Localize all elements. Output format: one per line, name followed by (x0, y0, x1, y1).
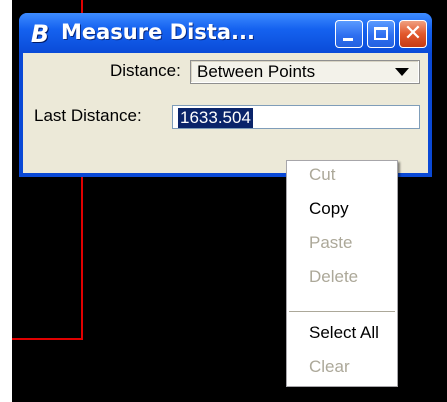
measure-distance-window: B Measure Dista... ✕ Distance: Between P… (19, 13, 432, 177)
menu-item-clear[interactable]: Clear (309, 357, 350, 377)
menu-item-delete[interactable]: Delete (309, 267, 358, 287)
menu-item-select-all[interactable]: Select All (309, 323, 379, 343)
last-distance-label: Last Distance: (34, 106, 142, 125)
bentley-b-icon: B (30, 20, 50, 48)
window-client-area: Distance: Between Points Last Distance: … (23, 53, 428, 173)
close-icon: ✕ (403, 21, 423, 46)
distance-label: Distance: (110, 61, 181, 80)
maximize-icon (374, 27, 388, 40)
context-menu: Cut Copy Paste Delete Select All Clear (286, 160, 398, 387)
title-bar[interactable]: B Measure Dista... ✕ (19, 13, 432, 53)
last-distance-value[interactable]: 1633.504 (178, 108, 253, 128)
menu-item-paste[interactable]: Paste (309, 233, 352, 253)
menu-item-copy[interactable]: Copy (309, 199, 349, 219)
minimize-button[interactable] (335, 20, 363, 48)
window-title: Measure Dista... (61, 20, 255, 44)
menu-item-cut[interactable]: Cut (309, 165, 335, 185)
close-button[interactable]: ✕ (399, 20, 427, 48)
menu-separator (289, 311, 395, 312)
last-distance-field[interactable]: 1633.504 (172, 105, 420, 129)
red-vertical-line-bottom (81, 176, 83, 340)
maximize-button[interactable] (367, 20, 395, 48)
chevron-down-icon[interactable] (395, 68, 409, 76)
distance-mode-dropdown[interactable]: Between Points (190, 60, 420, 84)
minimize-icon (343, 38, 353, 41)
distance-mode-value: Between Points (197, 62, 316, 81)
red-horizontal-line (12, 338, 83, 340)
